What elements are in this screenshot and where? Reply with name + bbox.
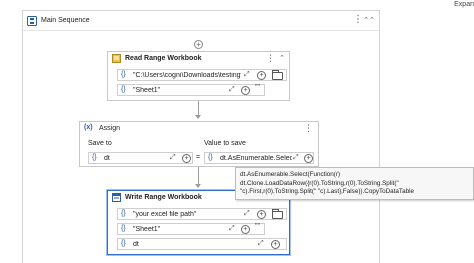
activity-kebab-icon[interactable]: ⋮ (266, 53, 275, 63)
assign-to-value[interactable]: dt (104, 155, 110, 162)
wizard-icon[interactable]: ⤢ (229, 225, 235, 233)
assign-icon: (x) (84, 124, 93, 131)
activity-header: (x) Assign ⋮ (80, 122, 318, 135)
add-plus-icon[interactable]: + (257, 71, 266, 80)
activity-collapse-icon[interactable]: ⌃ (279, 54, 285, 62)
excel-write-icon (112, 193, 121, 202)
wizard-icon[interactable]: ⤢ (170, 154, 176, 162)
expression-brace-icon: {} (92, 154, 97, 161)
assign-value-field[interactable]: {} dt.AsEnumerable.Selec ⤢ + (204, 152, 314, 164)
add-plus-icon[interactable]: + (241, 86, 250, 95)
add-plus-icon[interactable]: + (304, 154, 313, 163)
activity-kebab-icon[interactable]: ⋮ (304, 123, 313, 133)
expand-all-link[interactable]: Expan (454, 1, 474, 8)
activity-title: Write Range Workbook (125, 194, 202, 201)
wizard-icon[interactable]: ⤢ (244, 71, 250, 79)
add-plus-icon[interactable]: + (241, 225, 250, 234)
expression-brace-icon: {} (121, 240, 126, 247)
sequence-kebab-icon[interactable]: ⋮ (353, 15, 363, 25)
save-to-label: Save to (88, 140, 112, 147)
workbook-path-value[interactable]: "your excel file path" (133, 211, 196, 218)
connector-line (198, 101, 199, 115)
excel-read-icon (112, 54, 121, 63)
expression-brace-icon: {} (121, 210, 126, 217)
sequence-icon (27, 16, 37, 26)
equals-sign: = (196, 154, 201, 161)
expression-brace-icon: {} (208, 154, 213, 161)
top-bar: Expan (0, 0, 474, 9)
wizard-icon[interactable]: ⤢ (293, 154, 299, 162)
workbook-path-field[interactable]: {} "C:\Users\cogni\Downloads\testingfor … (117, 69, 287, 81)
string-quote-icon[interactable]: "" (255, 223, 260, 230)
read-range-workbook-activity[interactable]: Read Range Workbook ⋮ ⌃ {} "C:\Users\cog… (107, 51, 290, 101)
datatable-field[interactable]: {} dt ⤢ + (117, 238, 287, 250)
expression-tooltip: dt.AsEnumerable.Select(Function(r) dt.Cl… (235, 167, 474, 200)
add-plus-icon[interactable]: + (257, 210, 266, 219)
expression-brace-icon: {} (121, 225, 126, 232)
expression-brace-icon: {} (121, 86, 126, 93)
add-plus-icon[interactable]: + (271, 240, 280, 249)
sheet-name-field[interactable]: {} "Sheet1" ⤢ + "" (117, 84, 265, 96)
expression-brace-icon: {} (121, 71, 126, 78)
string-quote-icon[interactable]: "" (255, 84, 260, 91)
connector-arrow-icon (195, 184, 201, 188)
datatable-value[interactable]: dt (133, 241, 139, 248)
sheet-name-value[interactable]: "Sheet1" (133, 87, 160, 94)
add-plus-icon[interactable]: + (182, 154, 191, 163)
connector-arrow-icon (195, 115, 201, 119)
wizard-icon[interactable]: ⤢ (244, 210, 250, 218)
browse-folder-icon[interactable] (272, 209, 283, 219)
wizard-icon[interactable]: ⤢ (258, 240, 264, 248)
browse-folder-icon[interactable] (272, 70, 283, 80)
assign-value-text[interactable]: dt.AsEnumerable.Selec (220, 155, 292, 162)
workbook-path-value[interactable]: "C:\Users\cogni\Downloads\testingfor (133, 72, 241, 79)
sheet-name-value[interactable]: "Sheet1" (133, 226, 160, 233)
value-to-save-label: Value to save (204, 140, 246, 147)
sequence-collapse-icon[interactable]: ⌃⌃ (363, 16, 375, 24)
wizard-icon[interactable]: ⤢ (229, 86, 235, 94)
sequence-header: Main Sequence ⋮ ⌃⌃ (23, 11, 379, 31)
activity-title: Assign (99, 125, 121, 132)
activity-header: Read Range Workbook ⋮ ⌃ (108, 52, 289, 65)
assign-to-field[interactable]: {} dt ⤢ + (88, 152, 193, 164)
activity-title: Read Range Workbook (125, 55, 202, 62)
sheet-name-field[interactable]: {} "Sheet1" ⤢ + "" (117, 223, 265, 235)
workbook-path-field[interactable]: {} "your excel file path" ⤢ + (117, 208, 287, 220)
sequence-title: Main Sequence (41, 17, 90, 24)
assign-activity[interactable]: (x) Assign ⋮ Save to Value to save {} dt… (79, 121, 319, 167)
add-activity-plus-icon[interactable]: + (194, 40, 203, 49)
